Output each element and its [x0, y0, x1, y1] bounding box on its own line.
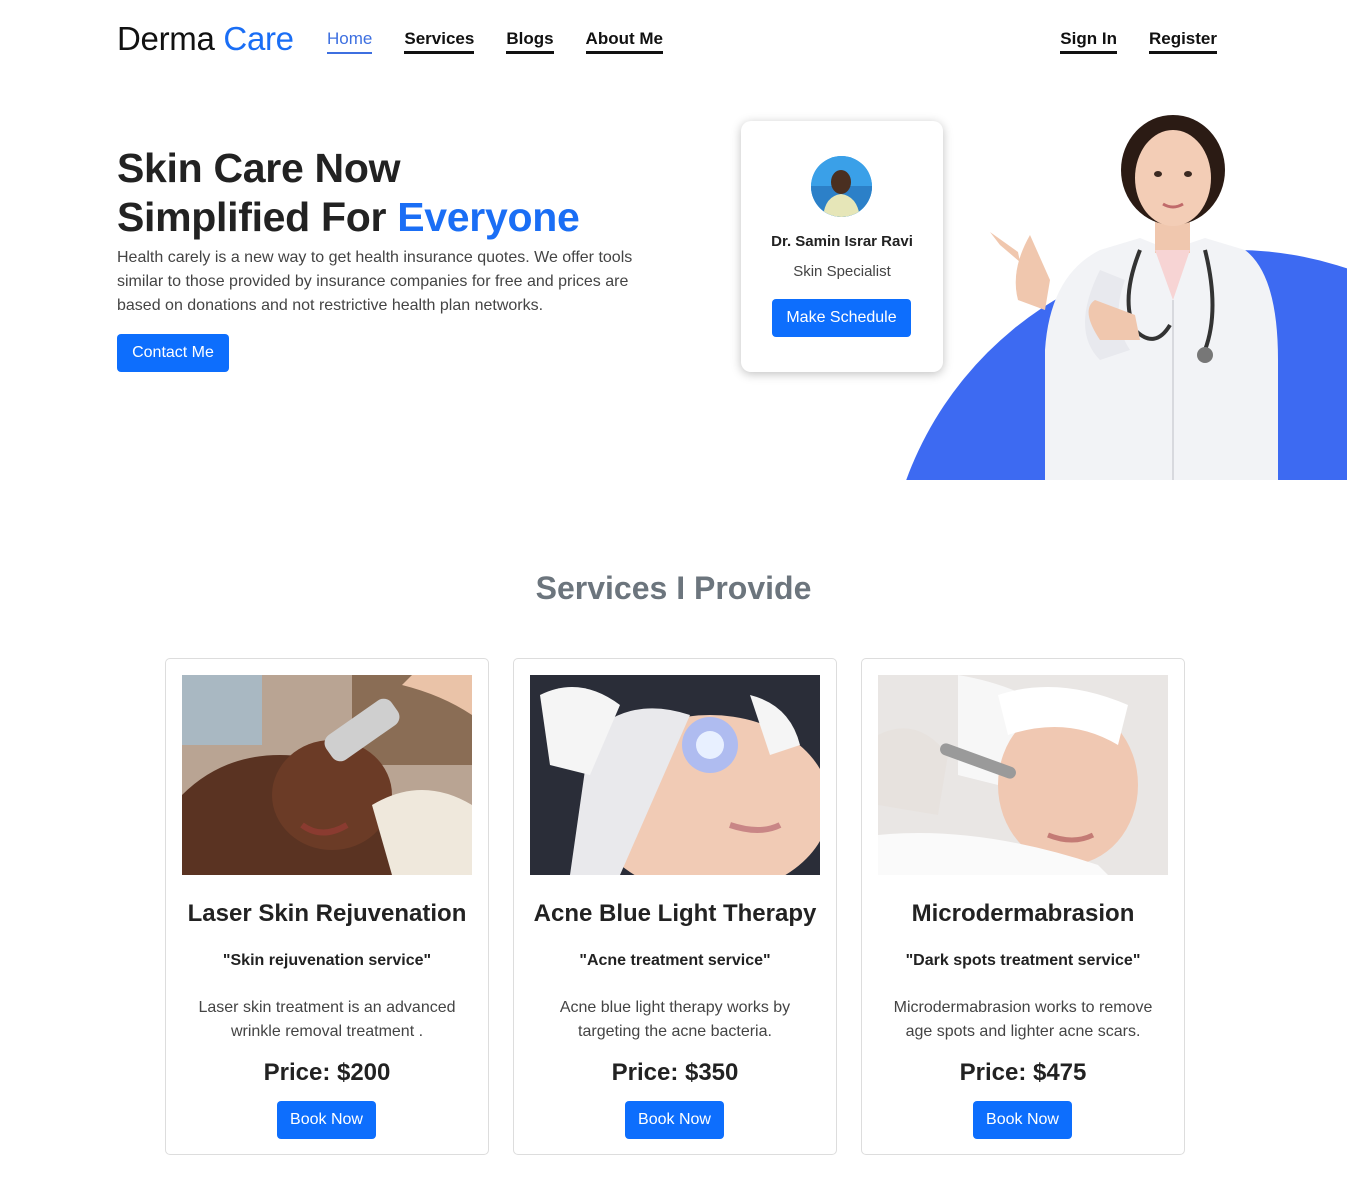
- brand-name-part2: Care: [223, 20, 294, 57]
- service-title: Acne Blue Light Therapy: [533, 900, 817, 927]
- services-list: Laser Skin Rejuvenation "Skin rejuvenati…: [165, 658, 1185, 1155]
- doctor-avatar: [811, 156, 872, 217]
- register-link[interactable]: Register: [1148, 28, 1217, 54]
- service-card-microderm: Microdermabrasion "Dark spots treatment …: [861, 658, 1185, 1155]
- service-image: [182, 675, 472, 875]
- book-now-button[interactable]: Book Now: [625, 1101, 724, 1139]
- auth-links: Sign In Register: [1028, 28, 1217, 54]
- hero-title-line2: Simplified For: [117, 194, 387, 240]
- hero-title: Skin Care Now Simplified For Everyone: [117, 144, 580, 242]
- service-price: Price: $200: [263, 1059, 391, 1086]
- service-price: Price: $475: [959, 1059, 1087, 1086]
- doctor-role: Skin Specialist: [793, 263, 891, 280]
- hero-description: Health carely is a new way to get health…: [117, 249, 633, 314]
- book-now-button[interactable]: Book Now: [973, 1101, 1072, 1139]
- make-schedule-button[interactable]: Make Schedule: [772, 299, 911, 337]
- book-now-button[interactable]: Book Now: [277, 1101, 376, 1139]
- service-image: [530, 675, 820, 875]
- nav-services-link[interactable]: Services: [404, 28, 475, 54]
- service-description: Acne blue light therapy works by targeti…: [559, 999, 791, 1040]
- service-subtitle: "Dark spots treatment service": [905, 952, 1141, 969]
- nav-blogs-link[interactable]: Blogs: [506, 28, 554, 54]
- service-price: Price: $350: [611, 1059, 739, 1086]
- top-navbar: Derma Care Home Services Blogs About Me …: [0, 0, 1347, 80]
- hero-title-line1: Skin Care Now: [117, 145, 401, 191]
- service-title: Microdermabrasion: [911, 900, 1135, 927]
- brand-name-part1: Derma: [117, 20, 215, 57]
- contact-me-button[interactable]: Contact Me: [117, 334, 229, 372]
- service-card-acne: Acne Blue Light Therapy "Acne treatment …: [513, 658, 837, 1155]
- service-description: Laser skin treatment is an advanced wrin…: [198, 999, 456, 1040]
- service-card-laser: Laser Skin Rejuvenation "Skin rejuvenati…: [165, 658, 489, 1155]
- doctor-card: Dr. Samin Israr Ravi Skin Specialist Mak…: [741, 121, 943, 372]
- service-description: Microdermabrasion works to remove age sp…: [893, 999, 1153, 1040]
- nav-home-link[interactable]: Home: [327, 28, 373, 54]
- hero-title-highlight: Everyone: [397, 194, 580, 240]
- sign-in-link[interactable]: Sign In: [1060, 28, 1117, 54]
- brand-logo[interactable]: Derma Care: [117, 20, 294, 58]
- main-nav: Home Services Blogs About Me: [327, 28, 695, 54]
- service-subtitle: "Acne treatment service": [579, 952, 771, 969]
- services-heading: Services I Provide: [535, 570, 812, 606]
- doctor-name: Dr. Samin Israr Ravi: [771, 233, 913, 250]
- nav-about-link[interactable]: About Me: [585, 28, 663, 54]
- service-subtitle: "Skin rejuvenation service": [222, 952, 432, 969]
- service-title: Laser Skin Rejuvenation: [187, 900, 467, 927]
- service-image: [878, 675, 1168, 875]
